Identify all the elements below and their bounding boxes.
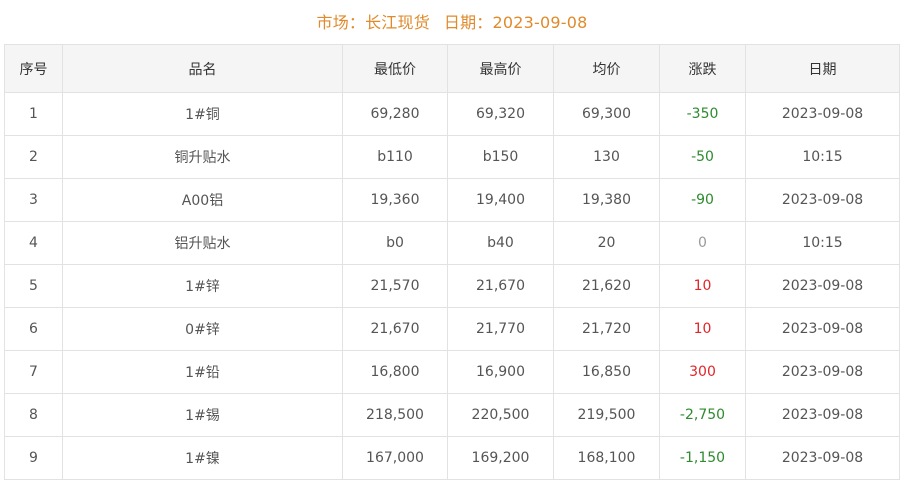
cell-name: 铜升贴水: [62, 135, 343, 179]
cell-name: 铝升贴水: [62, 221, 343, 265]
date-label: 日期：2023-09-08: [443, 13, 588, 32]
cell-no: 1: [4, 92, 63, 136]
cell-no: 9: [4, 436, 63, 480]
cell-high: 19,400: [447, 178, 554, 222]
column-header-date[interactable]: 日期: [745, 44, 900, 93]
cell-high: 169,200: [447, 436, 554, 480]
column-header-low[interactable]: 最低价: [342, 44, 448, 93]
cell-date: 2023-09-08: [745, 178, 900, 222]
cell-avg: 21,620: [553, 264, 660, 308]
cell-change: -2,750: [659, 393, 746, 437]
page-title: 市场：长江现货 日期：2023-09-08: [0, 0, 904, 44]
cell-high: 21,670: [447, 264, 554, 308]
price-page: 市场：长江现货 日期：2023-09-08 序号 品名 最低价 最高价 均价 涨跌…: [0, 0, 904, 481]
cell-date: 10:15: [745, 221, 900, 265]
column-header-name[interactable]: 品名: [62, 44, 343, 93]
table-row: 2 铜升贴水 b110 b150 130 -50 10:15: [4, 135, 900, 179]
cell-low: 218,500: [342, 393, 448, 437]
cell-name: 1#铜: [62, 92, 343, 136]
header-row: 序号 品名 最低价 最高价 均价 涨跌 日期: [4, 44, 900, 93]
table-row: 5 1#锌 21,570 21,670 21,620 10 2023-09-08: [4, 264, 900, 308]
cell-date: 2023-09-08: [745, 436, 900, 480]
cell-no: 2: [4, 135, 63, 179]
cell-name: 1#锡: [62, 393, 343, 437]
cell-name: 1#镍: [62, 436, 343, 480]
cell-avg: 19,380: [553, 178, 660, 222]
table-row: 4 铝升贴水 b0 b40 20 0 10:15: [4, 221, 900, 265]
cell-name: A00铝: [62, 178, 343, 222]
cell-change: 0: [659, 221, 746, 265]
cell-change: -1,150: [659, 436, 746, 480]
column-header-high[interactable]: 最高价: [447, 44, 554, 93]
cell-high: b150: [447, 135, 554, 179]
market-label: 市场：长江现货: [316, 13, 430, 32]
cell-no: 7: [4, 350, 63, 394]
table-row: 7 1#铅 16,800 16,900 16,850 300 2023-09-08: [4, 350, 900, 394]
cell-avg: 16,850: [553, 350, 660, 394]
column-header-change[interactable]: 涨跌: [659, 44, 746, 93]
cell-change: -350: [659, 92, 746, 136]
cell-no: 8: [4, 393, 63, 437]
column-header-avg[interactable]: 均价: [553, 44, 660, 93]
cell-avg: 20: [553, 221, 660, 265]
cell-change: 10: [659, 264, 746, 308]
table-header: 序号 品名 最低价 最高价 均价 涨跌 日期: [4, 44, 900, 93]
cell-date: 2023-09-08: [745, 92, 900, 136]
cell-low: b110: [342, 135, 448, 179]
cell-high: 69,320: [447, 92, 554, 136]
cell-low: 69,280: [342, 92, 448, 136]
table-row: 1 1#铜 69,280 69,320 69,300 -350 2023-09-08: [4, 92, 900, 136]
cell-high: 21,770: [447, 307, 554, 351]
cell-avg: 21,720: [553, 307, 660, 351]
cell-name: 1#锌: [62, 264, 343, 308]
cell-high: 220,500: [447, 393, 554, 437]
cell-no: 6: [4, 307, 63, 351]
table-row: 6 0#锌 21,670 21,770 21,720 10 2023-09-08: [4, 307, 900, 351]
table-body: 1 1#铜 69,280 69,320 69,300 -350 2023-09-08 2 铜升贴…: [4, 92, 900, 480]
cell-low: 16,800: [342, 350, 448, 394]
column-header-no[interactable]: 序号: [4, 44, 63, 93]
cell-avg: 219,500: [553, 393, 660, 437]
table-row: 8 1#锡 218,500 220,500 219,500 -2,750 2023-09-0…: [4, 393, 900, 437]
cell-avg: 168,100: [553, 436, 660, 480]
cell-date: 2023-09-08: [745, 350, 900, 394]
cell-no: 5: [4, 264, 63, 308]
cell-name: 0#锌: [62, 307, 343, 351]
cell-change: 10: [659, 307, 746, 351]
cell-low: 19,360: [342, 178, 448, 222]
cell-avg: 130: [553, 135, 660, 179]
cell-date: 2023-09-08: [745, 393, 900, 437]
cell-avg: 69,300: [553, 92, 660, 136]
cell-no: 3: [4, 178, 63, 222]
cell-no: 4: [4, 221, 63, 265]
cell-change: -50: [659, 135, 746, 179]
table-row: 9 1#镍 167,000 169,200 168,100 -1,150 2023-09-0…: [4, 436, 900, 480]
cell-date: 10:15: [745, 135, 900, 179]
cell-low: 21,670: [342, 307, 448, 351]
cell-date: 2023-09-08: [745, 307, 900, 351]
cell-low: b0: [342, 221, 448, 265]
cell-high: 16,900: [447, 350, 554, 394]
cell-low: 21,570: [342, 264, 448, 308]
cell-date: 2023-09-08: [745, 264, 900, 308]
cell-name: 1#铅: [62, 350, 343, 394]
cell-change: -90: [659, 178, 746, 222]
table-row: 3 A00铝 19,360 19,400 19,380 -90 2023-09-08: [4, 178, 900, 222]
cell-change: 300: [659, 350, 746, 394]
cell-low: 167,000: [342, 436, 448, 480]
cell-high: b40: [447, 221, 554, 265]
price-table: 序号 品名 最低价 最高价 均价 涨跌 日期 1 1#铜 69,280 69,320 6…: [4, 44, 900, 480]
